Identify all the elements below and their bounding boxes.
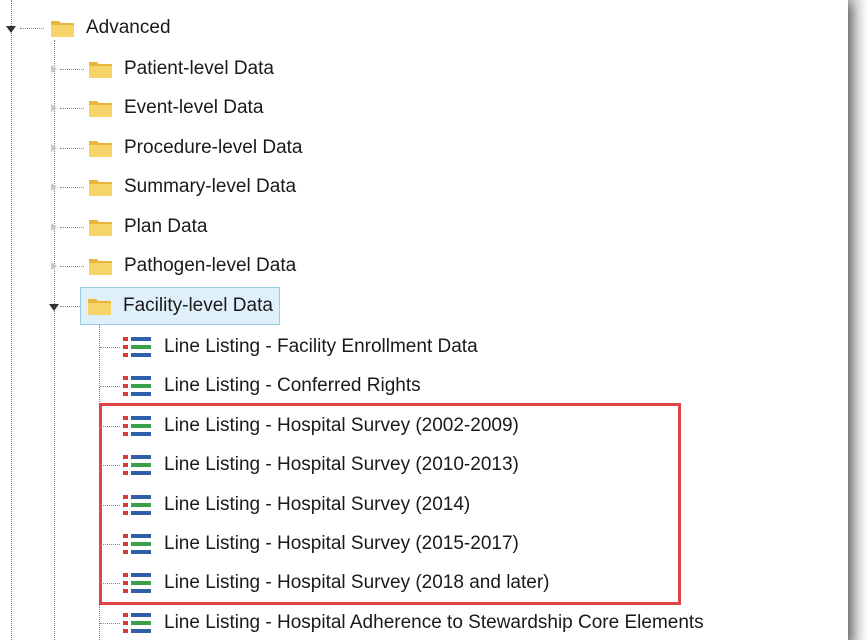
- tree-node-label: Line Listing - Facility Enrollment Data: [164, 336, 478, 357]
- tree-node-report[interactable]: Line Listing - Hospital Survey (2010-201…: [122, 448, 525, 482]
- connector: [60, 108, 84, 109]
- expand-toggle-procedure[interactable]: [51, 144, 57, 152]
- connector: [100, 426, 120, 427]
- connector: [100, 505, 120, 506]
- expand-toggle-summary[interactable]: [51, 183, 57, 191]
- connector: [100, 465, 120, 466]
- tree-node-label: Summary-level Data: [124, 176, 297, 197]
- expand-toggle-patient[interactable]: [51, 65, 57, 73]
- tree-node-label: Advanced: [86, 17, 171, 38]
- line-listing-icon: [123, 613, 151, 633]
- expand-toggle-plan[interactable]: [51, 223, 57, 231]
- line-listing-icon: [123, 376, 151, 396]
- folder-icon: [89, 220, 112, 236]
- folder-icon: [51, 21, 74, 37]
- tree-node-label: Plan Data: [124, 216, 208, 237]
- tree-node-report[interactable]: Line Listing - Hospital Survey (2002-200…: [122, 409, 525, 443]
- tree-node-report[interactable]: Line Listing - Hospital Survey (2014): [122, 488, 476, 522]
- tree-node-label: Line Listing - Conferred Rights: [164, 375, 421, 396]
- tree-node-label: Line Listing - Hospital Survey (2002-200…: [164, 415, 519, 436]
- tree-node-label: Line Listing - Hospital Survey (2015-201…: [164, 533, 519, 554]
- tree-node-plan-data[interactable]: Plan Data: [88, 210, 213, 244]
- connector: [60, 306, 80, 307]
- tree-node-event-level-data[interactable]: Event-level Data: [88, 91, 269, 125]
- line-listing-icon: [123, 416, 151, 436]
- tree-node-advanced[interactable]: Advanced: [50, 11, 177, 45]
- line-listing-icon: [123, 495, 151, 515]
- tree-node-label: Line Listing - Hospital Survey (2014): [164, 494, 471, 515]
- tree-node-summary-level-data[interactable]: Summary-level Data: [88, 170, 302, 204]
- tree-guide-level2: [99, 322, 100, 640]
- connector: [100, 347, 120, 348]
- line-listing-icon: [123, 455, 151, 475]
- connector: [100, 583, 120, 584]
- connector: [60, 266, 84, 267]
- tree-node-report[interactable]: Line Listing - Hospital Survey (2015-201…: [122, 527, 525, 561]
- folder-icon: [89, 259, 112, 275]
- line-listing-icon: [123, 534, 151, 554]
- tree-node-label: Event-level Data: [124, 97, 264, 118]
- connector: [60, 227, 84, 228]
- tree-node-pathogen-level-data[interactable]: Pathogen-level Data: [88, 249, 302, 283]
- line-listing-icon: [123, 573, 151, 593]
- tree-node-report[interactable]: Line Listing - Hospital Survey (2018 and…: [122, 566, 555, 600]
- folder-icon: [88, 299, 111, 315]
- tree-node-label: Line Listing - Hospital Adherence to Ste…: [164, 612, 704, 633]
- connector: [100, 544, 120, 545]
- connector: [100, 386, 120, 387]
- connector: [100, 623, 120, 624]
- folder-icon: [89, 180, 112, 196]
- connector: [60, 148, 84, 149]
- panel-shadow: [848, 0, 868, 640]
- tree-node-procedure-level-data[interactable]: Procedure-level Data: [88, 131, 308, 165]
- tree-node-label: Patient-level Data: [124, 58, 274, 79]
- tree-node-label: Line Listing - Hospital Survey (2010-201…: [164, 454, 519, 475]
- tree-node-report[interactable]: Line Listing - Hospital Adherence to Ste…: [122, 606, 710, 640]
- tree-node-label: Facility-level Data: [123, 295, 273, 316]
- expand-toggle-pathogen[interactable]: [51, 262, 57, 270]
- tree-guide-level1: [54, 40, 55, 640]
- tree-node-label: Procedure-level Data: [124, 137, 303, 158]
- tree-node-patient-level-data[interactable]: Patient-level Data: [88, 52, 280, 86]
- folder-icon: [89, 141, 112, 157]
- connector: [60, 187, 84, 188]
- collapse-toggle-advanced[interactable]: [6, 26, 16, 33]
- tree-guide-root: [11, 0, 12, 640]
- tree-panel: Advanced Patient-level Data Event-level …: [0, 0, 848, 640]
- tree-node-label: Line Listing - Hospital Survey (2018 and…: [164, 572, 550, 593]
- folder-icon: [89, 62, 112, 78]
- expand-toggle-event[interactable]: [51, 104, 57, 112]
- tree-node-label: Pathogen-level Data: [124, 255, 297, 276]
- collapse-toggle-facility[interactable]: [49, 304, 59, 311]
- connector: [20, 28, 44, 29]
- line-listing-icon: [123, 337, 151, 357]
- tree-node-report[interactable]: Line Listing - Facility Enrollment Data: [122, 330, 484, 364]
- tree-node-facility-level-data[interactable]: Facility-level Data: [80, 287, 280, 325]
- tree-node-report[interactable]: Line Listing - Conferred Rights: [122, 369, 427, 403]
- folder-icon: [89, 101, 112, 117]
- connector: [60, 69, 84, 70]
